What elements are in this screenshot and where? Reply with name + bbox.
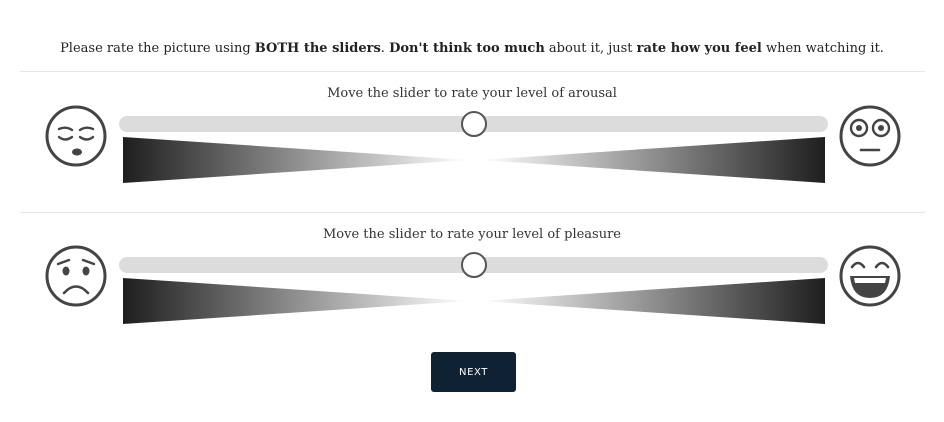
- pleasure-slider-thumb[interactable]: [461, 252, 487, 278]
- arousal-slider-thumb[interactable]: [461, 111, 487, 137]
- arousal-intensity-wedges: [123, 137, 825, 183]
- instructions-part: when watching it.: [761, 41, 884, 56]
- instructions-text: Please rate the picture using BOTH the s…: [0, 40, 944, 58]
- instructions-part: .: [380, 41, 390, 56]
- instructions-part: Please rate the picture using: [60, 41, 255, 56]
- wide-eyed-face-icon: [839, 105, 901, 167]
- next-button[interactable]: NEXT: [431, 352, 516, 392]
- pleasure-slider-label: Move the slider to rate your level of pl…: [323, 227, 621, 242]
- instructions-emphasis: Don't think too much: [389, 41, 545, 56]
- instructions-emphasis: rate how you feel: [636, 41, 762, 56]
- pleasure-intensity-wedges: [123, 278, 825, 324]
- grinning-face-icon: [839, 245, 901, 307]
- divider: [20, 71, 925, 72]
- sad-face-icon: [45, 245, 107, 307]
- sleepy-face-icon: [45, 105, 107, 167]
- instructions-part: about it, just: [544, 41, 637, 56]
- divider: [20, 212, 925, 213]
- instructions-emphasis: BOTH the sliders: [254, 41, 381, 56]
- arousal-slider-label: Move the slider to rate your level of ar…: [327, 86, 617, 101]
